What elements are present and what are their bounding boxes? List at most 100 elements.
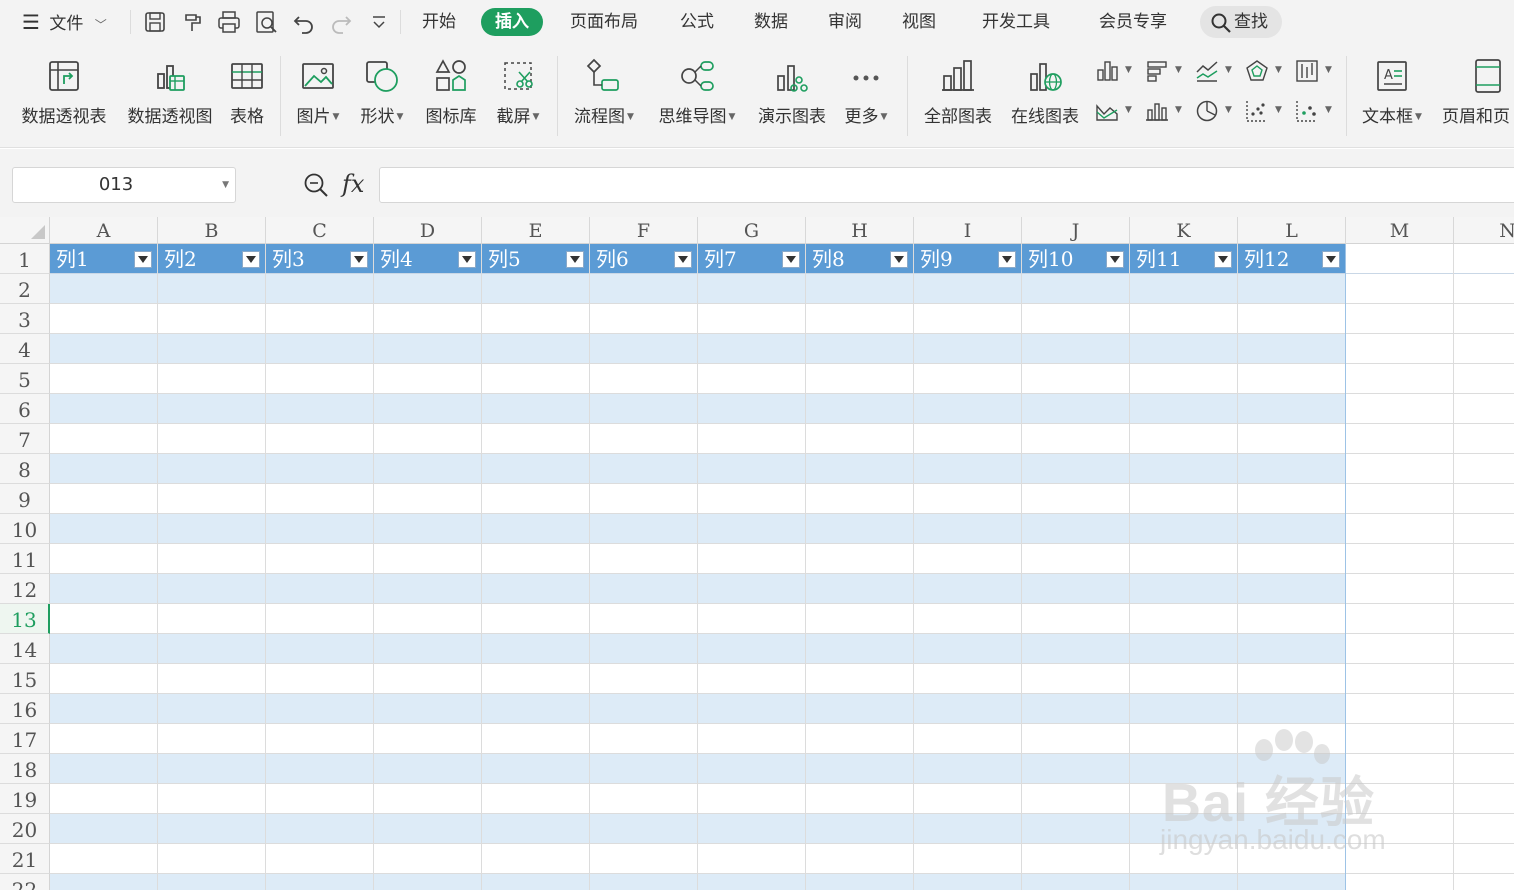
row-header-11[interactable]: 11: [0, 544, 50, 574]
row-header-20[interactable]: 20: [0, 814, 50, 844]
row-header-1[interactable]: 1: [0, 244, 50, 274]
pivot-chart-button[interactable]: 数据透视图: [122, 52, 218, 138]
filter-dropdown-icon[interactable]: [350, 251, 368, 268]
column-header-e[interactable]: E: [482, 217, 590, 244]
row-header-21[interactable]: 21: [0, 844, 50, 874]
filter-dropdown-icon[interactable]: [1322, 251, 1340, 268]
area-chart-button[interactable]: ▼: [1094, 96, 1138, 126]
table-header-cell[interactable]: 列4: [374, 244, 454, 273]
column-header-d[interactable]: D: [374, 217, 482, 244]
select-all-corner[interactable]: [0, 217, 50, 244]
row-header-5[interactable]: 5: [0, 364, 50, 394]
row-header-4[interactable]: 4: [0, 334, 50, 364]
row-header-12[interactable]: 12: [0, 574, 50, 604]
table-header-cell[interactable]: 列3: [266, 244, 346, 273]
table-header-cell[interactable]: 列10: [1022, 244, 1102, 273]
header-footer-button[interactable]: 页眉和页: [1440, 52, 1514, 138]
bar-chart-button[interactable]: ▼: [1144, 56, 1188, 86]
tab-view[interactable]: 视图: [902, 8, 936, 36]
column-header-m[interactable]: M: [1346, 217, 1454, 244]
combo-chart-button[interactable]: ▼: [1144, 96, 1188, 126]
column-header-i[interactable]: I: [914, 217, 1022, 244]
column-chart-button[interactable]: ▼: [1094, 56, 1138, 86]
pivot-table-button[interactable]: 数据透视表: [16, 52, 112, 138]
row-header-18[interactable]: 18: [0, 754, 50, 784]
tab-developer[interactable]: 开发工具: [982, 8, 1050, 36]
flowchart-button[interactable]: 流程图 ▼: [568, 52, 640, 138]
screenshot-button[interactable]: 截屏 ▼: [490, 52, 546, 138]
table-header-cell[interactable]: 列2: [158, 244, 238, 273]
filter-dropdown-icon[interactable]: [1214, 251, 1232, 268]
column-header-n[interactable]: N: [1454, 217, 1514, 244]
print-icon[interactable]: [216, 9, 242, 35]
tab-review[interactable]: 审阅: [828, 8, 862, 36]
bubble-chart-button[interactable]: ▼: [1294, 96, 1338, 126]
table-header-cell[interactable]: 列1: [50, 244, 130, 273]
file-menu[interactable]: ☰ 文件 ﹀: [22, 0, 107, 44]
undo-icon[interactable]: [291, 9, 317, 35]
row-header-3[interactable]: 3: [0, 304, 50, 334]
filter-dropdown-icon[interactable]: [242, 251, 260, 268]
table-header-cell[interactable]: 列9: [914, 244, 994, 273]
search-button[interactable]: 查找: [1200, 6, 1282, 38]
tab-insert[interactable]: 插入: [481, 8, 543, 36]
tab-data[interactable]: 数据: [754, 8, 788, 36]
tab-page-layout[interactable]: 页面布局: [570, 8, 638, 36]
column-header-f[interactable]: F: [590, 217, 698, 244]
column-header-k[interactable]: K: [1130, 217, 1238, 244]
formula-input[interactable]: [379, 167, 1514, 203]
row-header-6[interactable]: 6: [0, 394, 50, 424]
table-button[interactable]: 表格: [224, 52, 270, 138]
textbox-button[interactable]: A 文本框 ▼: [1356, 52, 1428, 138]
icon-library-button[interactable]: 图标库: [420, 52, 482, 138]
filter-dropdown-icon[interactable]: [458, 251, 476, 268]
row-header-7[interactable]: 7: [0, 424, 50, 454]
table-header-cell[interactable]: 列11: [1130, 244, 1210, 273]
filter-dropdown-icon[interactable]: [1106, 251, 1124, 268]
row-header-17[interactable]: 17: [0, 724, 50, 754]
more-button[interactable]: 更多 ▼: [838, 52, 894, 138]
row-header-15[interactable]: 15: [0, 664, 50, 694]
row-header-19[interactable]: 19: [0, 784, 50, 814]
line-chart-button[interactable]: ▼: [1194, 56, 1238, 86]
filter-dropdown-icon[interactable]: [998, 251, 1016, 268]
row-header-22[interactable]: 22: [0, 874, 50, 890]
row-header-2[interactable]: 2: [0, 274, 50, 304]
stock-chart-button[interactable]: ▼: [1294, 56, 1338, 86]
customize-toolbar-icon[interactable]: [366, 9, 392, 35]
tab-formulas[interactable]: 公式: [680, 8, 714, 36]
table-header-cell[interactable]: 列7: [698, 244, 778, 273]
column-header-j[interactable]: J: [1022, 217, 1130, 244]
row-header-13[interactable]: 13: [0, 604, 50, 634]
fx-icon[interactable]: fx: [342, 167, 364, 201]
column-header-g[interactable]: G: [698, 217, 806, 244]
scatter-chart-button[interactable]: ▼: [1244, 96, 1288, 126]
picture-button[interactable]: 图片 ▼: [290, 52, 346, 138]
format-painter-icon[interactable]: [180, 9, 206, 35]
radar-chart-button[interactable]: ▼: [1244, 56, 1288, 86]
column-header-b[interactable]: B: [158, 217, 266, 244]
column-header-a[interactable]: A: [50, 217, 158, 244]
tab-member[interactable]: 会员专享: [1099, 8, 1167, 36]
mindmap-button[interactable]: 思维导图 ▼: [652, 52, 742, 138]
column-header-c[interactable]: C: [266, 217, 374, 244]
print-preview-icon[interactable]: [253, 9, 279, 35]
filter-dropdown-icon[interactable]: [134, 251, 152, 268]
demo-chart-button[interactable]: 演示图表: [752, 52, 832, 138]
filter-dropdown-icon[interactable]: [890, 251, 908, 268]
table-header-cell[interactable]: 列12: [1238, 244, 1318, 273]
all-charts-button[interactable]: 全部图表: [918, 52, 998, 138]
row-header-16[interactable]: 16: [0, 694, 50, 724]
online-charts-button[interactable]: 在线图表: [1004, 52, 1086, 138]
redo-icon[interactable]: [328, 9, 354, 35]
shape-button[interactable]: 形状 ▼: [354, 52, 410, 138]
zoom-icon[interactable]: [302, 171, 330, 199]
filter-dropdown-icon[interactable]: [674, 251, 692, 268]
row-header-14[interactable]: 14: [0, 634, 50, 664]
filter-dropdown-icon[interactable]: [782, 251, 800, 268]
save-icon[interactable]: [142, 9, 168, 35]
row-header-9[interactable]: 9: [0, 484, 50, 514]
filter-dropdown-icon[interactable]: [566, 251, 584, 268]
spreadsheet-grid[interactable]: A B C D E F G H I J K L M N 1 2 3 4 5 6 7 8 9 10 11 12 13 14 15 16 17 1…: [0, 217, 1514, 890]
table-header-cell[interactable]: 列8: [806, 244, 886, 273]
